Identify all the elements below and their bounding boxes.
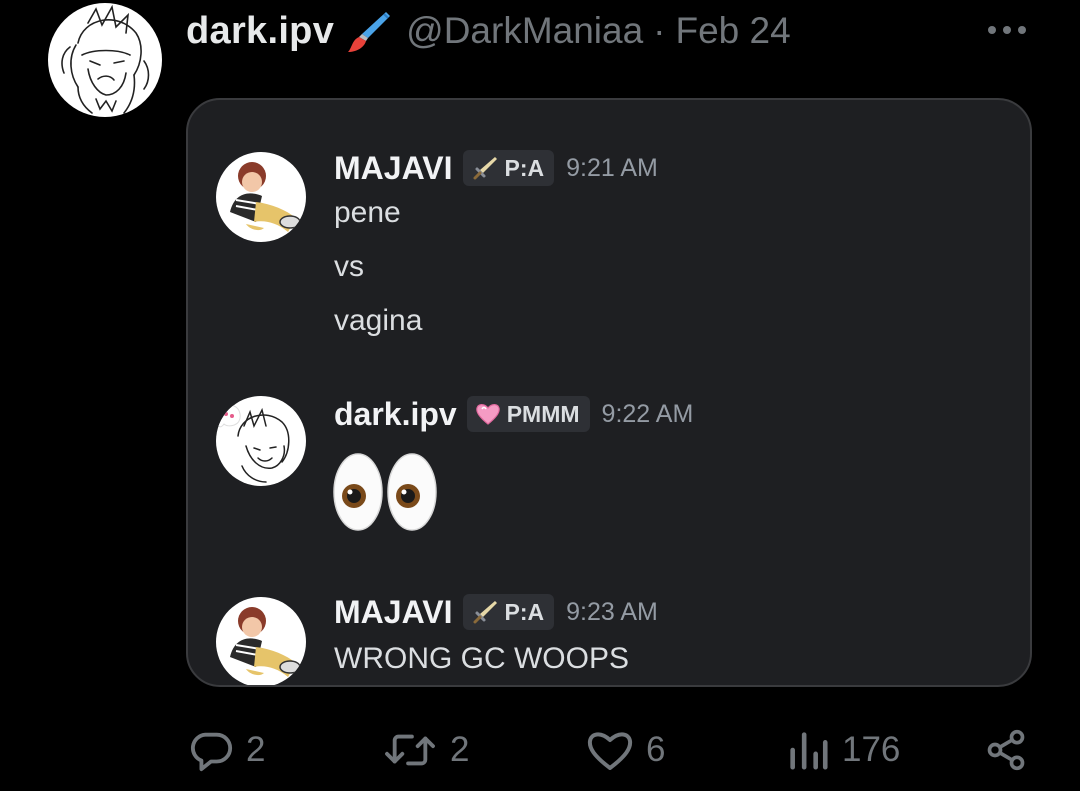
message-header: MAJAVI P:A 9:23 AM xyxy=(334,592,658,632)
role-tag: P:A xyxy=(462,594,555,630)
majavi-avatar xyxy=(216,152,306,242)
more-options-button[interactable] xyxy=(984,10,1030,50)
message-username: MAJAVI xyxy=(334,149,453,186)
pink-heart-icon xyxy=(475,404,500,425)
separator: · xyxy=(653,10,666,51)
message-line: vagina xyxy=(334,304,423,337)
sword-icon xyxy=(473,157,497,180)
majavi-avatar xyxy=(216,597,306,685)
view-count: 176 xyxy=(842,730,901,769)
more-dot-icon xyxy=(1003,26,1011,34)
post-date[interactable]: Feb 24 xyxy=(676,10,791,52)
embedded-chat-image[interactable]: MAJAVI P:A 9:21 AM pene vs vagina dark.i… xyxy=(186,98,1032,687)
message-username: dark.ipv xyxy=(334,395,457,432)
message-time: 9:23 AM xyxy=(566,597,658,626)
author-handle[interactable]: @DarkManiaa xyxy=(406,10,643,52)
message-time: 9:22 AM xyxy=(601,399,694,428)
repost-count: 2 xyxy=(450,730,470,769)
message-header: dark.ipv PMMM 9:22 AM xyxy=(334,394,693,434)
message-header: MAJAVI P:A 9:21 AM xyxy=(334,148,658,188)
eyes-emoji xyxy=(332,450,442,534)
views-button[interactable]: 176 xyxy=(786,720,900,780)
darkipv-avatar xyxy=(216,396,306,486)
message-line: WRONG GC WOOPS xyxy=(334,642,629,675)
reply-icon xyxy=(191,732,233,772)
role-label: P:A xyxy=(504,154,545,181)
more-dot-icon xyxy=(1018,26,1026,34)
message-username: MAJAVI xyxy=(334,593,453,630)
message-line: pene xyxy=(334,196,401,229)
share-button[interactable] xyxy=(984,720,1040,780)
reply-button[interactable]: 2 xyxy=(188,720,265,780)
role-tag: PMMM xyxy=(466,396,590,432)
role-tag: P:A xyxy=(462,150,555,186)
role-label: P:A xyxy=(504,598,545,625)
message-line: vs xyxy=(334,250,364,283)
role-label: PMMM xyxy=(506,400,580,427)
repost-button[interactable]: 2 xyxy=(382,720,469,780)
author-name[interactable]: dark.ipv xyxy=(186,10,334,53)
tweet-action-bar: 2 2 6 176 xyxy=(0,720,1080,780)
message-time: 9:21 AM xyxy=(566,153,658,182)
more-dot-icon xyxy=(988,26,996,34)
author-avatar[interactable] xyxy=(48,3,162,117)
like-button[interactable]: 6 xyxy=(586,720,665,780)
heart-icon xyxy=(587,732,633,770)
like-count: 6 xyxy=(646,730,666,769)
repost-icon xyxy=(385,734,435,766)
reply-count: 2 xyxy=(246,730,266,769)
analytics-icon xyxy=(790,732,828,770)
paintbrush-icon xyxy=(346,8,392,54)
share-icon xyxy=(987,729,1025,771)
tweet-header: dark.ipv @DarkManiaa · Feb 24 xyxy=(186,6,791,56)
sword-icon xyxy=(473,601,497,624)
